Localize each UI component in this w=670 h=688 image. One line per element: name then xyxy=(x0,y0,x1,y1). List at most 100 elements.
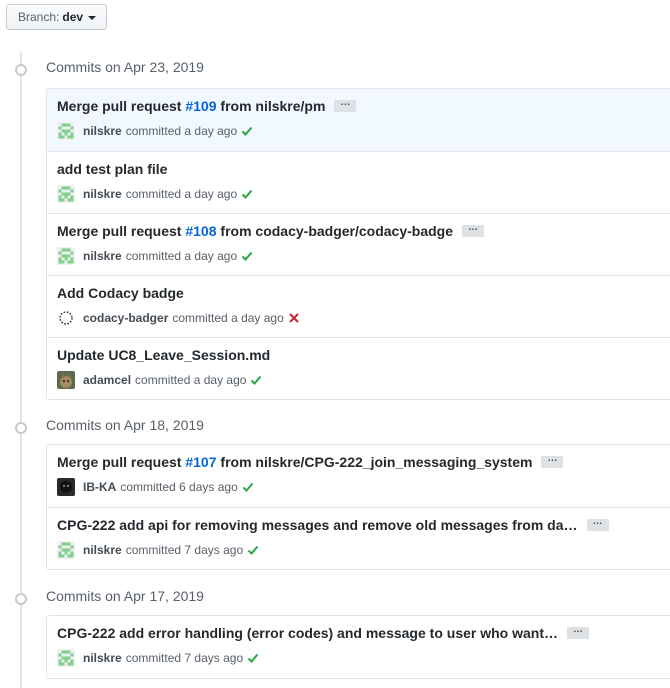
commit-title: Merge pull request #108 from codacy-badg… xyxy=(57,223,485,239)
commit-author-link[interactable]: nilskre xyxy=(83,543,122,557)
commit-group-header: Commits on Apr 18, 2019 xyxy=(0,416,670,440)
check-icon[interactable] xyxy=(247,544,259,556)
codacy-avatar[interactable] xyxy=(57,309,75,327)
commit-message-link[interactable]: Add Codacy badge xyxy=(57,285,184,301)
commit-message-text: from nilskre/pm xyxy=(216,98,326,114)
commit-row: CPG-222 add error handling (error codes)… xyxy=(47,616,670,678)
check-icon[interactable] xyxy=(247,652,259,664)
commit-author-link[interactable]: nilskre xyxy=(83,249,122,263)
commit-meta: nilskre committed 7 days ago xyxy=(57,541,259,559)
photo-avatar[interactable] xyxy=(57,478,75,496)
commit-title: Merge pull request #109 from nilskre/pm … xyxy=(57,98,357,114)
commit-time: a day ago xyxy=(184,249,238,263)
commit-group-title: Commits on Apr 23, 2019 xyxy=(46,59,204,75)
commit-row: Update UC8_Leave_Session.mdadamcel commit… xyxy=(47,337,670,399)
commit-message-text: from nilskre/CPG-222_join_messaging_syst… xyxy=(216,454,533,470)
commit-meta: adamcel committed a day ago xyxy=(57,371,262,389)
commit-list: Merge pull request #107 from nilskre/CPG… xyxy=(46,444,670,570)
commit-message-text: add test plan file xyxy=(57,161,168,177)
commit-title: Merge pull request #107 from nilskre/CPG… xyxy=(57,454,564,470)
check-icon[interactable] xyxy=(242,481,254,493)
identicon-avatar[interactable] xyxy=(57,649,75,667)
expand-message-button[interactable]: … xyxy=(334,98,357,112)
commit-message-text: CPG-222 add api for removing messages an… xyxy=(57,517,578,533)
commit-message-link[interactable]: CPG-222 add error handling (error codes)… xyxy=(57,625,558,641)
commit-row: add test plan file nilskre committed a day… xyxy=(47,151,670,213)
commit-message-link[interactable]: Merge pull request #109 from nilskre/pm xyxy=(57,98,325,114)
commit-action-text: committed xyxy=(135,373,191,387)
commit-author-link[interactable]: adamcel xyxy=(83,373,131,387)
commits-page: Branch: dev Commits on Apr 23, 2019 Merg… xyxy=(0,0,670,688)
commit-row: CPG-222 add api for removing messages an… xyxy=(47,507,670,569)
commit-row: Merge pull request #109 from nilskre/pm …… xyxy=(47,89,670,151)
commit-row: Merge pull request #107 from nilskre/CPG… xyxy=(47,445,670,507)
commit-meta: nilskre committed a day ago xyxy=(57,185,253,203)
commit-meta: nilskre committed 7 days ago xyxy=(57,649,259,667)
issue-link[interactable]: #107 xyxy=(185,454,216,470)
expand-message-button[interactable]: … xyxy=(541,454,564,468)
commit-action-text: committed xyxy=(125,249,182,263)
commit-message-text: Update UC8_Leave_Session.md xyxy=(57,347,271,363)
identicon-avatar[interactable] xyxy=(57,247,75,265)
commit-meta: IB-KA committed 6 days ago xyxy=(57,478,254,496)
x-icon[interactable] xyxy=(288,312,300,324)
commit-action-text: committed xyxy=(125,187,182,201)
commit-time: a day ago xyxy=(231,311,284,325)
commit-title: add test plan file xyxy=(57,161,167,177)
expand-message-button[interactable]: … xyxy=(462,223,485,237)
caret-down-icon xyxy=(88,15,97,20)
commit-row: Merge pull request #108 from codacy-badg… xyxy=(47,213,670,275)
commit-time: 7 days ago xyxy=(184,543,244,557)
check-icon[interactable] xyxy=(241,188,253,200)
commit-time: a day ago xyxy=(184,187,238,201)
commit-action-text: committed xyxy=(125,543,182,557)
commit-time: a day ago xyxy=(184,124,238,138)
commit-message-text: Merge pull request xyxy=(57,98,186,114)
check-icon[interactable] xyxy=(250,374,262,386)
commit-message-link[interactable]: Merge pull request #107 from nilskre/CPG… xyxy=(57,454,532,470)
cat-photo-avatar[interactable] xyxy=(57,371,75,389)
commit-title: CPG-222 add api for removing messages an… xyxy=(57,517,609,533)
commit-message-text: Merge pull request xyxy=(57,223,186,239)
branch-select-button[interactable]: Branch: dev xyxy=(6,4,108,30)
commit-action-text: committed xyxy=(120,480,176,494)
commit-message-link[interactable]: add test plan file xyxy=(57,161,167,177)
commit-group-header: Commits on Apr 17, 2019 xyxy=(0,587,670,611)
commit-title: Update UC8_Leave_Session.md xyxy=(57,347,270,363)
commit-group-dot-icon xyxy=(15,593,27,605)
commit-group-title: Commits on Apr 17, 2019 xyxy=(46,588,204,604)
commit-message-text: from codacy-badger/codacy-badge xyxy=(216,223,454,239)
commit-author-link[interactable]: nilskre xyxy=(83,124,122,138)
branch-prefix-label: Branch: xyxy=(18,10,60,24)
check-icon[interactable] xyxy=(241,125,253,137)
commit-list: Merge pull request #109 from nilskre/pm …… xyxy=(46,88,670,400)
commit-title: Add Codacy badge xyxy=(57,285,184,301)
commit-message-link[interactable]: CPG-222 add api for removing messages an… xyxy=(57,517,578,533)
commit-group-dot-icon xyxy=(15,64,27,76)
commit-author-link[interactable]: codacy-badger xyxy=(83,311,168,325)
commit-author-link[interactable]: nilskre xyxy=(83,187,122,201)
identicon-avatar[interactable] xyxy=(57,122,75,140)
commit-meta: nilskre committed a day ago xyxy=(57,122,253,140)
commit-message-text: Merge pull request xyxy=(57,454,186,470)
issue-link[interactable]: #109 xyxy=(185,98,216,114)
expand-message-button[interactable]: … xyxy=(586,517,609,531)
commit-action-text: committed xyxy=(172,311,228,325)
commit-message-link[interactable]: Update UC8_Leave_Session.md xyxy=(57,347,270,363)
commit-author-link[interactable]: nilskre xyxy=(83,651,122,665)
expand-message-button[interactable]: … xyxy=(567,625,589,639)
issue-link[interactable]: #108 xyxy=(185,223,216,239)
identicon-avatar[interactable] xyxy=(57,185,75,203)
commit-group-dot-icon xyxy=(15,422,27,434)
commit-time: 7 days ago xyxy=(184,651,244,665)
commit-action-text: committed xyxy=(125,651,182,665)
branch-name-label: dev xyxy=(62,10,84,24)
commit-row: Add Codacy badge codacy-badger committed a… xyxy=(47,275,670,337)
commit-message-text: Add Codacy badge xyxy=(57,285,184,301)
commit-message-text: CPG-222 add error handling (error codes)… xyxy=(57,625,558,641)
commit-group-header: Commits on Apr 23, 2019 xyxy=(0,58,670,82)
check-icon[interactable] xyxy=(241,250,253,262)
commit-message-link[interactable]: Merge pull request #108 from codacy-badg… xyxy=(57,223,453,239)
commit-author-link[interactable]: IB-KA xyxy=(83,480,116,494)
identicon-avatar[interactable] xyxy=(57,541,75,559)
